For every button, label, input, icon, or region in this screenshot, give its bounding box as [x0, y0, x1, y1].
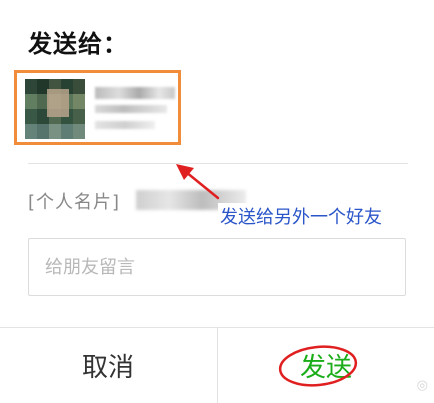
dialog-title: 发送给：	[28, 30, 128, 58]
card-type-label: [个人名片]	[28, 192, 121, 213]
recipient-name-blurred	[95, 87, 175, 99]
message-input[interactable]	[28, 238, 406, 296]
shared-card-row: [个人名片]	[28, 188, 246, 218]
divider	[28, 163, 408, 164]
recipient-avatar	[25, 79, 85, 139]
watermark-logo: ◎	[416, 378, 428, 393]
recipient-card[interactable]	[14, 70, 181, 145]
annotation-text: 发送给另外一个好友	[218, 203, 384, 229]
send-to-dialog: 发送给： [个人名片] 发送给另外一个好友 取消 发送 ◎	[0, 0, 434, 403]
recipient-detail-blurred-2	[95, 121, 155, 129]
recipient-detail-blurred	[95, 105, 167, 113]
cancel-button[interactable]: 取消	[0, 328, 216, 403]
send-button[interactable]: 发送	[218, 328, 434, 403]
